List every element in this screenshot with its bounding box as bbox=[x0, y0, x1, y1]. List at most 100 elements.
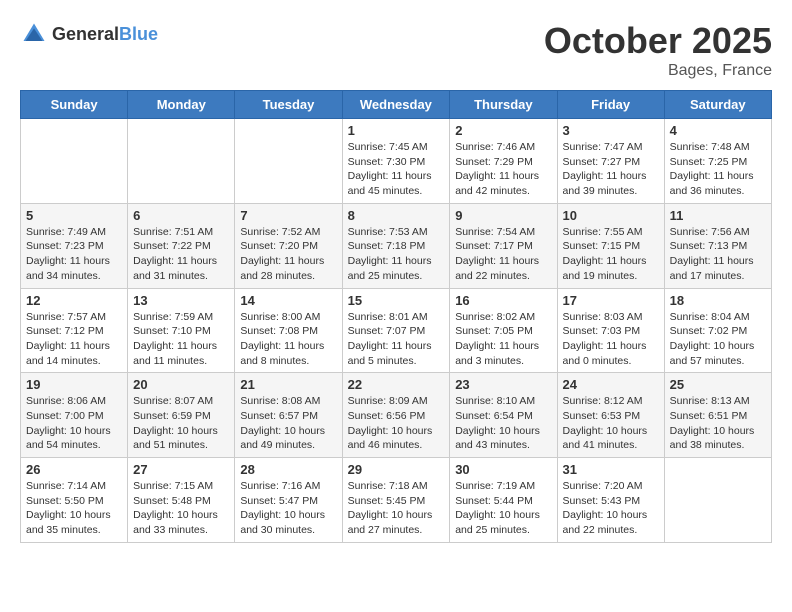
calendar-cell: 15Sunrise: 8:01 AM Sunset: 7:07 PM Dayli… bbox=[342, 288, 450, 373]
calendar-cell: 5 Sunrise: 7:49 AM Sunset: 7:23 PM Daylig… bbox=[21, 203, 128, 288]
day-number: 11 bbox=[670, 208, 766, 223]
calendar-header-wednesday: Wednesday bbox=[342, 91, 450, 119]
calendar-cell: 25 Sunrise: 8:13 AM Sunset: 6:51 PM Dayli… bbox=[664, 373, 771, 458]
day-number: 18 bbox=[670, 293, 766, 308]
calendar-cell: 4 Sunrise: 7:48 AM Sunset: 7:25 PM Daylig… bbox=[664, 119, 771, 204]
calendar-cell bbox=[21, 119, 128, 204]
calendar-cell: 23 Sunrise: 8:10 AM Sunset: 6:54 PM Dayli… bbox=[450, 373, 557, 458]
day-info: Sunrise: 7:14 AM Sunset: 5:50 PM Dayligh… bbox=[26, 479, 122, 538]
day-number: 13 bbox=[133, 293, 229, 308]
day-number: 27 bbox=[133, 462, 229, 477]
day-info: Sunrise: 7:55 AM Sunset: 7:15 PM Dayligh… bbox=[563, 225, 659, 284]
day-info: Sunrise: 8:04 AM Sunset: 7:02 PM Dayligh… bbox=[670, 310, 766, 369]
calendar-cell: 7 Sunrise: 7:52 AM Sunset: 7:20 PM Daylig… bbox=[235, 203, 342, 288]
day-number: 31 bbox=[563, 462, 659, 477]
location-title: Bages, France bbox=[544, 62, 772, 80]
logo: GeneralBlue bbox=[20, 20, 158, 48]
day-number: 12 bbox=[26, 293, 122, 308]
day-number: 20 bbox=[133, 377, 229, 392]
day-info: Sunrise: 7:57 AM Sunset: 7:12 PM Dayligh… bbox=[26, 310, 122, 369]
day-number: 1 bbox=[348, 123, 445, 138]
day-info: Sunrise: 7:46 AM Sunset: 7:29 PM Dayligh… bbox=[455, 140, 551, 199]
calendar-header-monday: Monday bbox=[128, 91, 235, 119]
calendar-header-sunday: Sunday bbox=[21, 91, 128, 119]
calendar-cell: 24 Sunrise: 8:12 AM Sunset: 6:53 PM Dayli… bbox=[557, 373, 664, 458]
calendar-cell: 16 Sunrise: 8:02 AM Sunset: 7:05 PM Dayli… bbox=[450, 288, 557, 373]
calendar-cell bbox=[128, 119, 235, 204]
calendar-header-friday: Friday bbox=[557, 91, 664, 119]
day-info: Sunrise: 8:10 AM Sunset: 6:54 PM Dayligh… bbox=[455, 394, 551, 453]
calendar-week-row: 26Sunrise: 7:14 AM Sunset: 5:50 PM Dayli… bbox=[21, 458, 772, 543]
calendar-cell: 9 Sunrise: 7:54 AM Sunset: 7:17 PM Daylig… bbox=[450, 203, 557, 288]
day-info: Sunrise: 7:16 AM Sunset: 5:47 PM Dayligh… bbox=[240, 479, 336, 538]
day-number: 19 bbox=[26, 377, 122, 392]
day-info: Sunrise: 7:48 AM Sunset: 7:25 PM Dayligh… bbox=[670, 140, 766, 199]
day-info: Sunrise: 8:00 AM Sunset: 7:08 PM Dayligh… bbox=[240, 310, 336, 369]
day-number: 28 bbox=[240, 462, 336, 477]
calendar-header-thursday: Thursday bbox=[450, 91, 557, 119]
calendar-week-row: 1 Sunrise: 7:45 AM Sunset: 7:30 PM Daylig… bbox=[21, 119, 772, 204]
day-number: 25 bbox=[670, 377, 766, 392]
calendar-cell: 30 Sunrise: 7:19 AM Sunset: 5:44 PM Dayli… bbox=[450, 458, 557, 543]
calendar-cell: 22Sunrise: 8:09 AM Sunset: 6:56 PM Dayli… bbox=[342, 373, 450, 458]
day-number: 6 bbox=[133, 208, 229, 223]
day-number: 23 bbox=[455, 377, 551, 392]
calendar-cell: 11 Sunrise: 7:56 AM Sunset: 7:13 PM Dayli… bbox=[664, 203, 771, 288]
calendar-cell: 1 Sunrise: 7:45 AM Sunset: 7:30 PM Daylig… bbox=[342, 119, 450, 204]
day-number: 5 bbox=[26, 208, 122, 223]
calendar-header-tuesday: Tuesday bbox=[235, 91, 342, 119]
title-area: October 2025 Bages, France bbox=[544, 20, 772, 80]
day-number: 8 bbox=[348, 208, 445, 223]
day-info: Sunrise: 7:15 AM Sunset: 5:48 PM Dayligh… bbox=[133, 479, 229, 538]
day-number: 4 bbox=[670, 123, 766, 138]
day-info: Sunrise: 7:59 AM Sunset: 7:10 PM Dayligh… bbox=[133, 310, 229, 369]
calendar-cell: 29 Sunrise: 7:18 AM Sunset: 5:45 PM Dayli… bbox=[342, 458, 450, 543]
day-info: Sunrise: 7:45 AM Sunset: 7:30 PM Dayligh… bbox=[348, 140, 445, 199]
day-number: 3 bbox=[563, 123, 659, 138]
logo-blue-text: Blue bbox=[119, 24, 158, 44]
day-number: 16 bbox=[455, 293, 551, 308]
calendar-cell: 31 Sunrise: 7:20 AM Sunset: 5:43 PM Dayli… bbox=[557, 458, 664, 543]
calendar-cell: 13 Sunrise: 7:59 AM Sunset: 7:10 PM Dayli… bbox=[128, 288, 235, 373]
calendar-cell: 20 Sunrise: 8:07 AM Sunset: 6:59 PM Dayli… bbox=[128, 373, 235, 458]
day-info: Sunrise: 7:20 AM Sunset: 5:43 PM Dayligh… bbox=[563, 479, 659, 538]
calendar-week-row: 5 Sunrise: 7:49 AM Sunset: 7:23 PM Daylig… bbox=[21, 203, 772, 288]
calendar-cell: 2Sunrise: 7:46 AM Sunset: 7:29 PM Daylig… bbox=[450, 119, 557, 204]
day-number: 14 bbox=[240, 293, 336, 308]
day-info: Sunrise: 8:12 AM Sunset: 6:53 PM Dayligh… bbox=[563, 394, 659, 453]
calendar-cell bbox=[664, 458, 771, 543]
calendar-cell: 26Sunrise: 7:14 AM Sunset: 5:50 PM Dayli… bbox=[21, 458, 128, 543]
calendar-cell: 14 Sunrise: 8:00 AM Sunset: 7:08 PM Dayli… bbox=[235, 288, 342, 373]
day-number: 17 bbox=[563, 293, 659, 308]
day-info: Sunrise: 8:07 AM Sunset: 6:59 PM Dayligh… bbox=[133, 394, 229, 453]
day-info: Sunrise: 8:03 AM Sunset: 7:03 PM Dayligh… bbox=[563, 310, 659, 369]
day-info: Sunrise: 7:56 AM Sunset: 7:13 PM Dayligh… bbox=[670, 225, 766, 284]
day-info: Sunrise: 8:02 AM Sunset: 7:05 PM Dayligh… bbox=[455, 310, 551, 369]
day-number: 24 bbox=[563, 377, 659, 392]
calendar-cell: 28 Sunrise: 7:16 AM Sunset: 5:47 PM Dayli… bbox=[235, 458, 342, 543]
day-info: Sunrise: 8:13 AM Sunset: 6:51 PM Dayligh… bbox=[670, 394, 766, 453]
day-number: 29 bbox=[348, 462, 445, 477]
day-info: Sunrise: 7:19 AM Sunset: 5:44 PM Dayligh… bbox=[455, 479, 551, 538]
day-info: Sunrise: 7:52 AM Sunset: 7:20 PM Dayligh… bbox=[240, 225, 336, 284]
day-info: Sunrise: 7:54 AM Sunset: 7:17 PM Dayligh… bbox=[455, 225, 551, 284]
day-number: 10 bbox=[563, 208, 659, 223]
calendar-header-saturday: Saturday bbox=[664, 91, 771, 119]
calendar-cell: 21Sunrise: 8:08 AM Sunset: 6:57 PM Dayli… bbox=[235, 373, 342, 458]
calendar-cell bbox=[235, 119, 342, 204]
month-title: October 2025 bbox=[544, 20, 772, 62]
calendar-cell: 27 Sunrise: 7:15 AM Sunset: 5:48 PM Dayli… bbox=[128, 458, 235, 543]
day-info: Sunrise: 7:18 AM Sunset: 5:45 PM Dayligh… bbox=[348, 479, 445, 538]
calendar-cell: 10 Sunrise: 7:55 AM Sunset: 7:15 PM Dayli… bbox=[557, 203, 664, 288]
day-number: 7 bbox=[240, 208, 336, 223]
day-number: 30 bbox=[455, 462, 551, 477]
day-info: Sunrise: 8:06 AM Sunset: 7:00 PM Dayligh… bbox=[26, 394, 122, 453]
day-info: Sunrise: 7:49 AM Sunset: 7:23 PM Dayligh… bbox=[26, 225, 122, 284]
calendar-cell: 17 Sunrise: 8:03 AM Sunset: 7:03 PM Dayli… bbox=[557, 288, 664, 373]
calendar-header-row: SundayMondayTuesdayWednesdayThursdayFrid… bbox=[21, 91, 772, 119]
day-info: Sunrise: 8:01 AM Sunset: 7:07 PM Dayligh… bbox=[348, 310, 445, 369]
day-number: 22 bbox=[348, 377, 445, 392]
day-info: Sunrise: 7:51 AM Sunset: 7:22 PM Dayligh… bbox=[133, 225, 229, 284]
logo-icon bbox=[20, 20, 48, 48]
day-number: 9 bbox=[455, 208, 551, 223]
